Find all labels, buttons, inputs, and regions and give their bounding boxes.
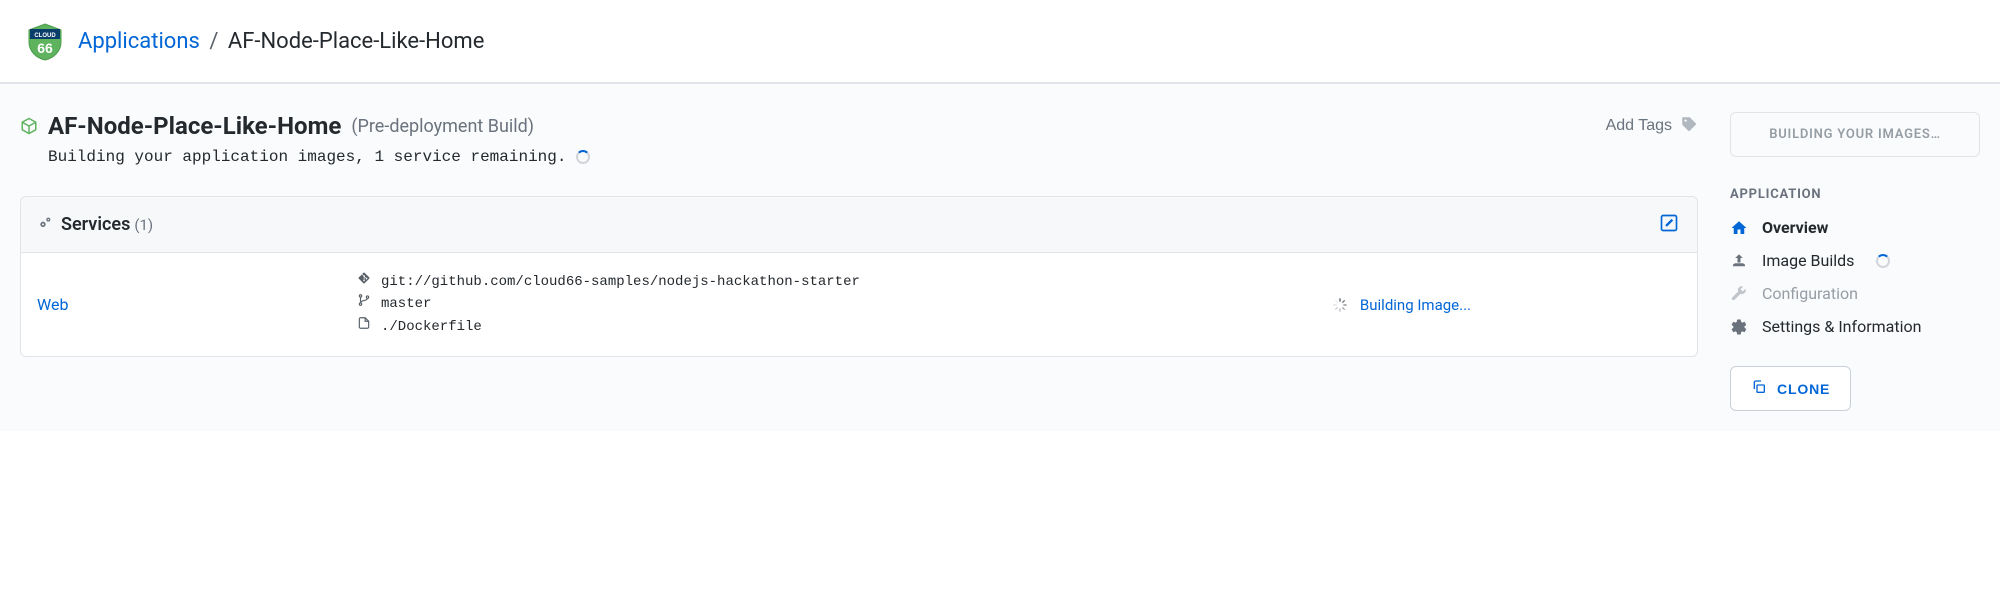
spinner-icon xyxy=(1876,254,1890,268)
services-title: Services xyxy=(61,214,130,235)
sidebar-nav: Overview Image Builds Configuration Se xyxy=(1730,218,1980,336)
app-stage: (Pre-deployment Build) xyxy=(351,116,534,137)
git-icon xyxy=(357,271,371,293)
loading-icon xyxy=(1332,297,1348,313)
upload-icon xyxy=(1730,252,1748,270)
svg-text:66: 66 xyxy=(37,40,53,56)
wrench-icon xyxy=(1730,285,1748,303)
services-panel-header: Services (1) xyxy=(21,197,1697,253)
nav-label: Image Builds xyxy=(1762,251,1854,270)
nav-settings[interactable]: Settings & Information xyxy=(1730,317,1980,336)
svg-text:CLOUD: CLOUD xyxy=(34,33,56,39)
build-status-text: Building your application images, 1 serv… xyxy=(48,148,566,166)
build-status-line: Building your application images, 1 serv… xyxy=(20,148,1698,166)
clone-label: CLONE xyxy=(1777,381,1830,397)
gear-icon xyxy=(1730,318,1748,336)
building-status-button: BUILDING YOUR IMAGES… xyxy=(1730,112,1980,157)
nav-overview[interactable]: Overview xyxy=(1730,218,1980,237)
service-dockerfile: ./Dockerfile xyxy=(381,316,482,338)
branch-icon xyxy=(357,293,371,315)
service-repo: git://github.com/cloud66-samples/nodejs-… xyxy=(381,271,860,293)
services-count: (1) xyxy=(134,216,153,234)
tag-icon xyxy=(1680,115,1698,138)
service-name-link[interactable]: Web xyxy=(37,295,357,314)
breadcrumb: Applications / AF-Node-Place-Like-Home xyxy=(78,29,484,54)
service-status: Building Image... xyxy=(1332,296,1681,314)
add-tags-button[interactable]: Add Tags xyxy=(1606,115,1698,138)
breadcrumb-separator: / xyxy=(205,29,222,54)
service-row: Web git://github.com/cloud66-samples/nod… xyxy=(21,253,1697,356)
spinner-icon xyxy=(576,150,590,164)
breadcrumb-root-link[interactable]: Applications xyxy=(78,29,200,54)
nav-label: Overview xyxy=(1762,218,1828,237)
service-status-text: Building Image... xyxy=(1360,296,1471,314)
app-header: AF-Node-Place-Like-Home (Pre-deployment … xyxy=(20,112,1698,140)
breadcrumb-current: AF-Node-Place-Like-Home xyxy=(228,29,485,54)
gears-icon xyxy=(37,215,53,235)
services-panel: Services (1) Web git://github. xyxy=(20,196,1698,357)
add-tags-label: Add Tags xyxy=(1606,117,1672,135)
sidebar-heading: APPLICATION xyxy=(1730,187,1980,202)
service-meta: git://github.com/cloud66-samples/nodejs-… xyxy=(357,271,860,338)
copy-icon xyxy=(1751,379,1767,398)
nav-configuration: Configuration xyxy=(1730,284,1980,303)
service-branch: master xyxy=(381,293,431,315)
app-name: AF-Node-Place-Like-Home xyxy=(48,112,341,140)
cube-icon xyxy=(20,117,38,135)
home-icon xyxy=(1730,219,1748,237)
clone-button[interactable]: CLONE xyxy=(1730,366,1851,411)
file-icon xyxy=(357,316,371,338)
nav-label: Configuration xyxy=(1762,284,1858,303)
cloud66-logo: CLOUD 66 xyxy=(24,20,66,62)
topbar: CLOUD 66 Applications / AF-Node-Place-Li… xyxy=(0,0,2000,83)
nav-label: Settings & Information xyxy=(1762,317,1921,336)
nav-image-builds[interactable]: Image Builds xyxy=(1730,251,1980,270)
edit-services-button[interactable] xyxy=(1657,211,1681,238)
